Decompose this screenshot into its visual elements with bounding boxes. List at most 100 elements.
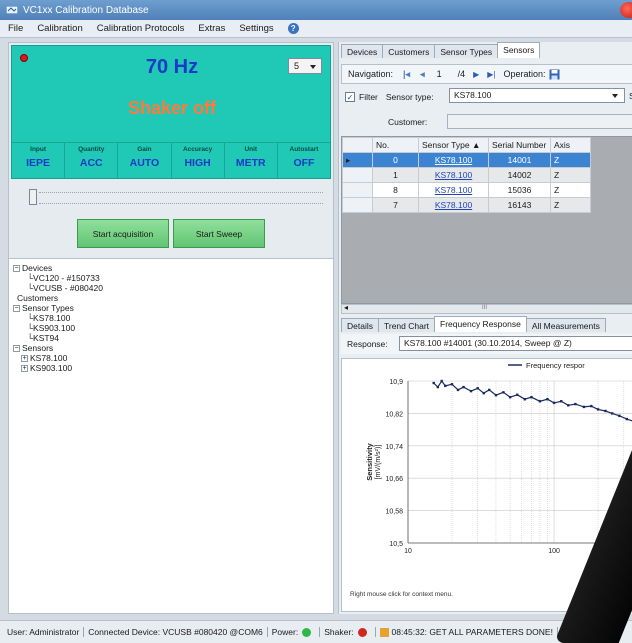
menu-calibration[interactable]: Calibration [37,23,82,34]
start-sweep-button[interactable]: Start Sweep [173,219,265,248]
collapse-icon[interactable]: − [13,305,20,313]
cell-serial: 14002 [488,167,551,183]
tree-node-device[interactable]: └VCUSB - #080420 [13,283,333,293]
cell-sensor-type[interactable]: KS78.100 [418,167,489,183]
param-input[interactable]: Input IEPE [12,143,66,178]
tree-node-sensor-type[interactable]: └KST94 [13,333,333,343]
tab-all-measurements[interactable]: All Measurements [525,318,606,332]
slider-thumb[interactable] [29,189,37,205]
cell-axis: Z [550,167,591,183]
sensor-type-link[interactable]: KS78.100 [435,200,472,210]
param-accuracy[interactable]: Accuracy HIGH [172,143,225,178]
menu-calibration-protocols[interactable]: Calibration Protocols [97,23,185,34]
param-value: IEPE [26,157,51,169]
first-page-icon[interactable]: |◂ [403,69,410,80]
navigation-bar: Navigation: |◂ ◂ 1 /4 ▶ ▶| Operation: [341,64,632,84]
tab-frequency-response[interactable]: Frequency Response [434,316,527,332]
prev-page-icon[interactable]: ◂ [420,69,425,80]
shaker-indicator-icon [357,628,367,638]
cell-sensor-type[interactable]: KS78.100 [418,197,489,213]
tree-node-sensor-type[interactable]: └KS903.100 [13,323,333,333]
tree-node-sensor-types[interactable]: − Sensor Types [13,303,333,313]
tab-sensors[interactable]: Sensors [497,42,541,58]
data-point [440,379,443,383]
sensor-type-link[interactable]: KS78.100 [435,185,472,195]
tree-label: KS903.100 [33,323,76,333]
channel-dropdown[interactable]: 5 [288,58,322,74]
scroll-left-icon[interactable]: ◂ [344,303,348,312]
collapse-icon[interactable]: − [13,265,20,273]
tab-devices[interactable]: Devices [341,44,384,58]
tree-label: KS903.100 [30,363,73,373]
row-header-corner [342,137,373,153]
data-point [530,396,533,399]
response-select[interactable]: KS78.100 #14001 (30.10.2014, Sweep @ Z) [399,336,632,351]
menu-extras[interactable]: Extras [198,23,225,34]
y-tick-label: 10,5 [389,541,403,548]
tab-customers[interactable]: Customers [382,44,436,58]
cell-axis: Z [550,197,591,213]
y-tick-label: 10,58 [385,509,403,516]
customer-input[interactable] [447,114,632,129]
table-row[interactable]: 7 KS78.100 16143 Z [342,197,591,213]
frequency-slider[interactable] [29,189,323,205]
tree-node-customers[interactable]: Customers [13,293,333,303]
cell-sensor-type[interactable]: KS78.100 [418,182,489,198]
column-header-axis[interactable]: Axis [550,137,591,153]
expand-icon[interactable]: + [21,355,28,363]
table-row[interactable]: 1 KS78.100 14002 Z [342,167,591,183]
row-header [342,197,373,213]
shaker-monitor: 70 Hz 5 Shaker off Input IEPE Quantity ACC… [11,45,331,179]
table-row[interactable]: ▸ 0 KS78.100 14001 Z [342,152,591,168]
y-tick-label: 10,74 [385,444,403,451]
collapse-icon[interactable]: − [13,345,20,353]
tree-node-sensors[interactable]: − Sensors [13,343,333,353]
slider-ticks [39,203,323,204]
expand-icon[interactable]: + [21,365,28,373]
frequency-display: 70 Hz [145,56,199,78]
param-unit[interactable]: Unit METR [225,143,278,178]
tree-node-devices[interactable]: − Devices [13,263,333,273]
param-gain[interactable]: Gain AUTO [118,143,172,178]
tab-details[interactable]: Details [341,318,379,332]
start-acquisition-button[interactable]: Start acquisition [77,219,169,248]
param-quantity[interactable]: Quantity ACC [65,143,119,178]
plot-group: 10,9 10,82 10,74 10,66 10,58 10,510 100 Frequen… [365,361,632,567]
table-row[interactable]: 8 KS78.100 15036 Z [342,182,591,198]
column-header-serial-number[interactable]: Serial Number [488,137,551,153]
status-user: User: Administrator [3,627,85,637]
scroll-grip[interactable]: III [482,305,487,311]
filter-checkbox[interactable]: ✓ [345,92,355,102]
tab-trend-chart[interactable]: Trend Chart [377,318,436,332]
control-panel: 70 Hz 5 Shaker off Input IEPE Quantity ACC… [8,42,334,260]
title-bar: VC1xx Calibration Database [0,0,632,20]
last-page-icon[interactable]: ▶| [487,70,495,79]
tree-label: KS78.100 [30,353,68,363]
horizontal-scrollbar[interactable]: ◂ III [341,303,632,314]
next-page-icon[interactable]: ▶ [473,70,479,79]
column-header-sensor-type[interactable]: Sensor Type ▲ [418,137,489,153]
data-point [444,384,447,388]
cell-no: 1 [372,167,419,183]
tree-node-sensor[interactable]: + KS78.100 [13,353,333,363]
tab-sensor-types[interactable]: Sensor Types [434,44,499,58]
sensor-type-select[interactable]: KS78.100 [449,88,625,103]
column-header-no[interactable]: No. [372,137,419,153]
close-icon[interactable] [620,2,632,18]
help-icon[interactable]: ? [287,23,299,34]
menu-file[interactable]: File [8,23,23,34]
cell-sensor-type[interactable]: KS78.100 [418,152,489,168]
sensor-type-link[interactable]: KS78.100 [435,155,472,165]
param-autostart[interactable]: Autostart OFF [278,143,330,178]
row-header [342,167,373,183]
menu-settings[interactable]: Settings [239,23,273,34]
page-number[interactable]: 1 [437,69,442,79]
data-point [469,389,473,393]
tree-node-sensor[interactable]: + KS903.100 [13,363,333,373]
save-icon[interactable] [549,69,560,80]
sensor-type-link[interactable]: KS78.100 [435,170,472,180]
tree-label: KST94 [33,333,60,343]
tree-node-sensor-type[interactable]: └KS78.100 [13,313,333,323]
tree-node-device[interactable]: └VC120 - #150733 [13,273,333,283]
param-value: AUTO [129,157,160,169]
